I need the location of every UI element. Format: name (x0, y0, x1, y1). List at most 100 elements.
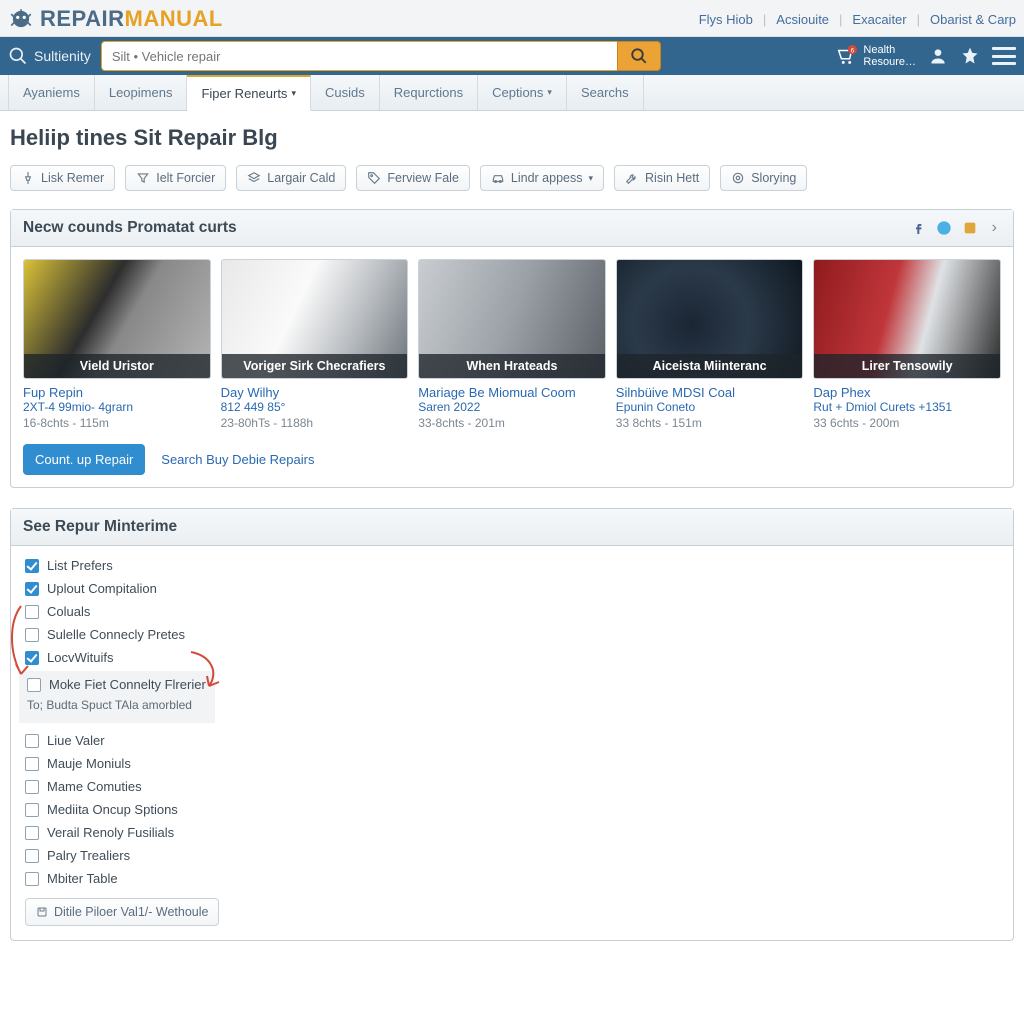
checkbox-icon[interactable] (25, 803, 39, 817)
tag-icon (367, 171, 381, 185)
card-title[interactable]: Dap Phex (813, 385, 1001, 400)
checklist-item-8[interactable]: Mame Comuties (25, 775, 999, 798)
facebook-icon[interactable] (910, 220, 926, 236)
checklist-item-7[interactable]: Mauje Moniuls (25, 752, 999, 775)
checklist-item-2[interactable]: Coluals (25, 600, 999, 623)
checkbox-icon[interactable] (25, 734, 39, 748)
card-subtitle[interactable]: Epunin Coneto (616, 400, 804, 414)
filter-btn-3[interactable]: Ferview Fale (356, 165, 470, 191)
checkbox-icon[interactable] (25, 780, 39, 794)
pin-icon (21, 171, 35, 185)
panel-featured-title: Necw counds Promatat curts (23, 219, 237, 237)
top-link-0[interactable]: Flys Hiob (699, 12, 753, 27)
checkbox-icon[interactable] (25, 628, 39, 642)
checklist-item-5-highlighted[interactable]: Moke Fiet Connelty Flrerier To; Budta Sp… (19, 671, 215, 723)
tab-3[interactable]: Cusids (311, 75, 380, 110)
primary-cta-button[interactable]: Count. up Repair (23, 444, 145, 475)
card-meta: 16-8chts - 115m (23, 416, 211, 430)
filter-btn-2[interactable]: Largair Cald (236, 165, 346, 191)
checkbox-icon[interactable] (25, 605, 39, 619)
card-title[interactable]: Silnbüive MDSI Coal (616, 385, 804, 400)
checklist-item-6[interactable]: Liue Valer (25, 729, 999, 752)
user-icon[interactable] (928, 46, 948, 66)
layers-icon (247, 171, 261, 185)
card-subtitle[interactable]: 2XT-4 99mio- 4grarn (23, 400, 211, 414)
star-icon[interactable] (960, 46, 980, 66)
search-input[interactable] (101, 41, 617, 71)
card-subtitle[interactable]: Saren 2022 (418, 400, 606, 414)
checklist-item-9[interactable]: Mediita Oncup Sptions (25, 798, 999, 821)
checklist-item-4[interactable]: LocvWituifs (25, 646, 999, 669)
card-meta: 23-80hTs - 1188h (221, 416, 409, 430)
panel-checklist-title: See Repur Minterime (23, 518, 177, 536)
card-caption: Aiceista Miinteranc (617, 354, 803, 378)
checkbox-icon[interactable] (25, 849, 39, 863)
chevron-down-icon: ▾ (291, 88, 296, 99)
card-title[interactable]: Fup Repin (23, 385, 211, 400)
site-section[interactable]: Sultienity (8, 46, 91, 66)
tab-6[interactable]: Searchs (567, 75, 644, 110)
card-caption: Lirer Tensowily (814, 354, 1000, 378)
tab-2[interactable]: Fiper Reneurts▾ (187, 75, 311, 111)
filter-btn-1[interactable]: Ielt Forcier (125, 165, 226, 191)
tab-bar: Ayaniems Leopimens Fiper Reneurts▾ Cusid… (0, 75, 1024, 111)
health-resource-link[interactable]: 6 NealthResoure… (835, 44, 916, 68)
checkbox-icon[interactable] (25, 582, 39, 596)
primary-nav-bar: Sultienity 6 NealthResoure… (0, 37, 1024, 75)
filter-btn-4[interactable]: Lindr appess▾ (480, 165, 604, 191)
card-title[interactable]: Mariage Be Miomual Coom (418, 385, 606, 400)
chevron-down-icon: ▾ (547, 87, 552, 98)
top-bar: REPAIRMANUAL Flys Hiob| Acsiouite| Exaca… (0, 0, 1024, 37)
filter-btn-5[interactable]: Risin Hett (614, 165, 710, 191)
top-link-3[interactable]: Obarist & Carp (930, 12, 1016, 27)
next-icon[interactable]: › (988, 219, 1001, 237)
secondary-cta-link[interactable]: Search Buy Debie Repairs (161, 452, 314, 467)
checkbox-icon[interactable] (25, 651, 39, 665)
checklist-item-1[interactable]: Uplout Compitalion (25, 577, 999, 600)
checkbox-icon[interactable] (25, 559, 39, 573)
save-icon (36, 906, 48, 918)
share-icon[interactable] (962, 220, 978, 236)
card-meta: 33-8chts - 201m (418, 416, 606, 430)
filter-icon (136, 171, 150, 185)
tab-0[interactable]: Ayaniems (8, 75, 95, 110)
card-0[interactable]: Vield Uristor Fup Repin 2XT-4 99mio- 4gr… (23, 259, 211, 430)
checkbox-icon[interactable] (27, 678, 41, 692)
brand-logo[interactable]: REPAIRMANUAL (8, 6, 223, 32)
card-2[interactable]: When Hrateads Mariage Be Miomual Coom Sa… (418, 259, 606, 430)
checklist-item-12[interactable]: Mbiter Table (25, 867, 999, 890)
health-line2: Resoure… (863, 56, 916, 68)
top-link-2[interactable]: Exacaiter (852, 12, 906, 27)
top-link-1[interactable]: Acsiouite (776, 12, 829, 27)
checklist-tip: To; Budta Spuct TAla amorbled (27, 698, 207, 713)
card-caption: Vield Uristor (24, 354, 210, 378)
filter-btn-0[interactable]: Lisk Remer (10, 165, 115, 191)
checklist-item-3[interactable]: Sulelle Connecly Pretes (25, 623, 999, 646)
menu-icon[interactable] (992, 47, 1016, 65)
search-button[interactable] (617, 41, 661, 71)
panel-checklist: See Repur Minterime List Prefers Uplout … (10, 508, 1014, 941)
tab-5[interactable]: Ceptions▾ (478, 75, 567, 110)
chevron-down-icon: ▾ (588, 173, 593, 184)
card-4[interactable]: Lirer Tensowily Dap Phex Rut + Dmiol Cur… (813, 259, 1001, 430)
brand-icon (8, 6, 34, 32)
tab-4[interactable]: Requrctions (380, 75, 478, 110)
card-subtitle[interactable]: 812 449 85° (221, 400, 409, 414)
checklist-item-10[interactable]: Verail Renoly Fusilials (25, 821, 999, 844)
checkbox-icon[interactable] (25, 826, 39, 840)
checklist-item-11[interactable]: Palry Trealiers (25, 844, 999, 867)
card-subtitle[interactable]: Rut + Dmiol Curets +1351 (813, 400, 1001, 414)
wrench-icon (625, 171, 639, 185)
checkbox-icon[interactable] (25, 872, 39, 886)
tab-1[interactable]: Leopimens (95, 75, 188, 110)
checkbox-icon[interactable] (25, 757, 39, 771)
card-meta: 33 8chts - 151m (616, 416, 804, 430)
site-section-label: Sultienity (34, 48, 91, 64)
twitter-icon[interactable] (936, 220, 952, 236)
checklist-item-0[interactable]: List Prefers (25, 554, 999, 577)
card-1[interactable]: Voriger Sirk Checrafiers Day Wilhy 812 4… (221, 259, 409, 430)
checklist-bottom-button[interactable]: Ditile Piloer Val1/- Wethoule (25, 898, 219, 926)
filter-btn-6[interactable]: Slorying (720, 165, 807, 191)
card-3[interactable]: Aiceista Miinteranc Silnbüive MDSI Coal … (616, 259, 804, 430)
card-title[interactable]: Day Wilhy (221, 385, 409, 400)
